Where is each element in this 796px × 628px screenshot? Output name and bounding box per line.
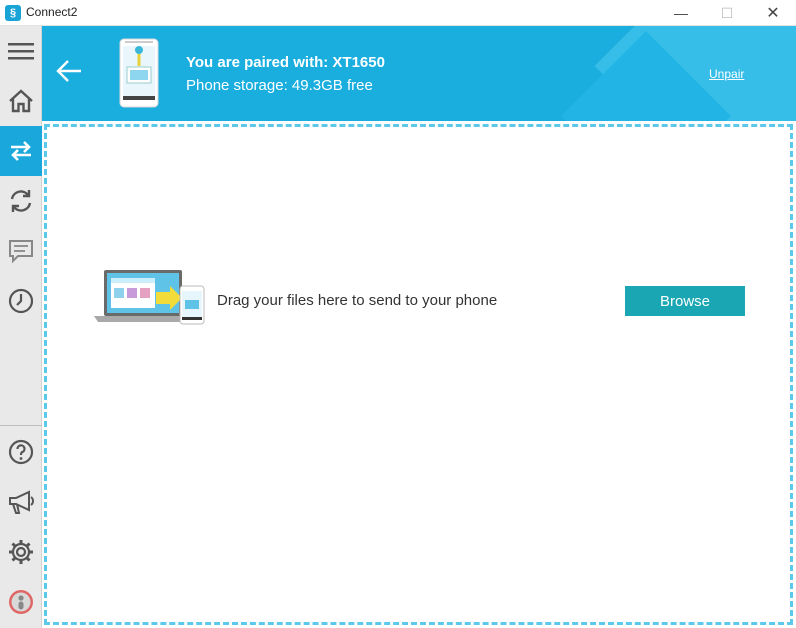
phone-storage-text: Phone storage: 49.3GB free <box>186 77 373 94</box>
sidebar-item-announcements[interactable] <box>0 477 42 527</box>
file-drop-zone[interactable]: Drag your files here to send to your pho… <box>44 124 793 625</box>
sidebar-item-history[interactable] <box>0 276 42 326</box>
help-question-icon <box>8 439 34 465</box>
sidebar-item-account[interactable] <box>0 577 42 627</box>
back-button[interactable] <box>54 56 84 91</box>
user-avatar-icon <box>9 590 33 614</box>
window-title: Connect2 <box>26 5 78 19</box>
laptop-phone-transfer-icon <box>94 270 205 325</box>
laptop-to-phone-illustration <box>94 268 206 331</box>
phone-illustration <box>119 38 159 113</box>
chat-message-icon <box>9 240 33 264</box>
unpair-link[interactable]: Unpair <box>709 67 744 81</box>
back-arrow-icon <box>56 60 81 82</box>
phone-icon <box>119 38 159 108</box>
sidebar-item-sync[interactable] <box>0 176 42 226</box>
transfer-arrows-icon <box>11 141 31 161</box>
close-button[interactable]: ✕ <box>750 0 796 26</box>
title-bar: § Connect2 — ☐ ✕ <box>0 0 796 26</box>
home-icon <box>9 89 33 113</box>
minimize-button[interactable]: — <box>658 0 704 26</box>
sidebar-item-help[interactable] <box>0 427 42 477</box>
drop-instruction-text: Drag your files here to send to your pho… <box>217 292 498 309</box>
menu-button[interactable] <box>0 26 42 76</box>
sidebar-item-messages[interactable] <box>0 226 42 276</box>
clock-history-icon <box>8 288 34 314</box>
sidebar-item-transfer[interactable] <box>0 126 42 176</box>
connect2-logo-icon: § <box>5 5 21 21</box>
sidebar-divider <box>0 425 42 426</box>
pairing-header: You are paired with: XT1650 Phone storag… <box>42 26 796 121</box>
paired-device-title: You are paired with: XT1650 <box>186 54 385 71</box>
sync-icon <box>10 190 32 212</box>
gear-settings-icon <box>9 540 33 564</box>
maximize-button[interactable]: ☐ <box>704 0 750 26</box>
sidebar <box>0 26 42 628</box>
hamburger-menu-icon <box>8 43 34 60</box>
sidebar-item-home[interactable] <box>0 76 42 126</box>
megaphone-icon <box>9 490 34 514</box>
browse-button[interactable]: Browse <box>625 286 745 316</box>
sidebar-item-settings[interactable] <box>0 527 42 577</box>
